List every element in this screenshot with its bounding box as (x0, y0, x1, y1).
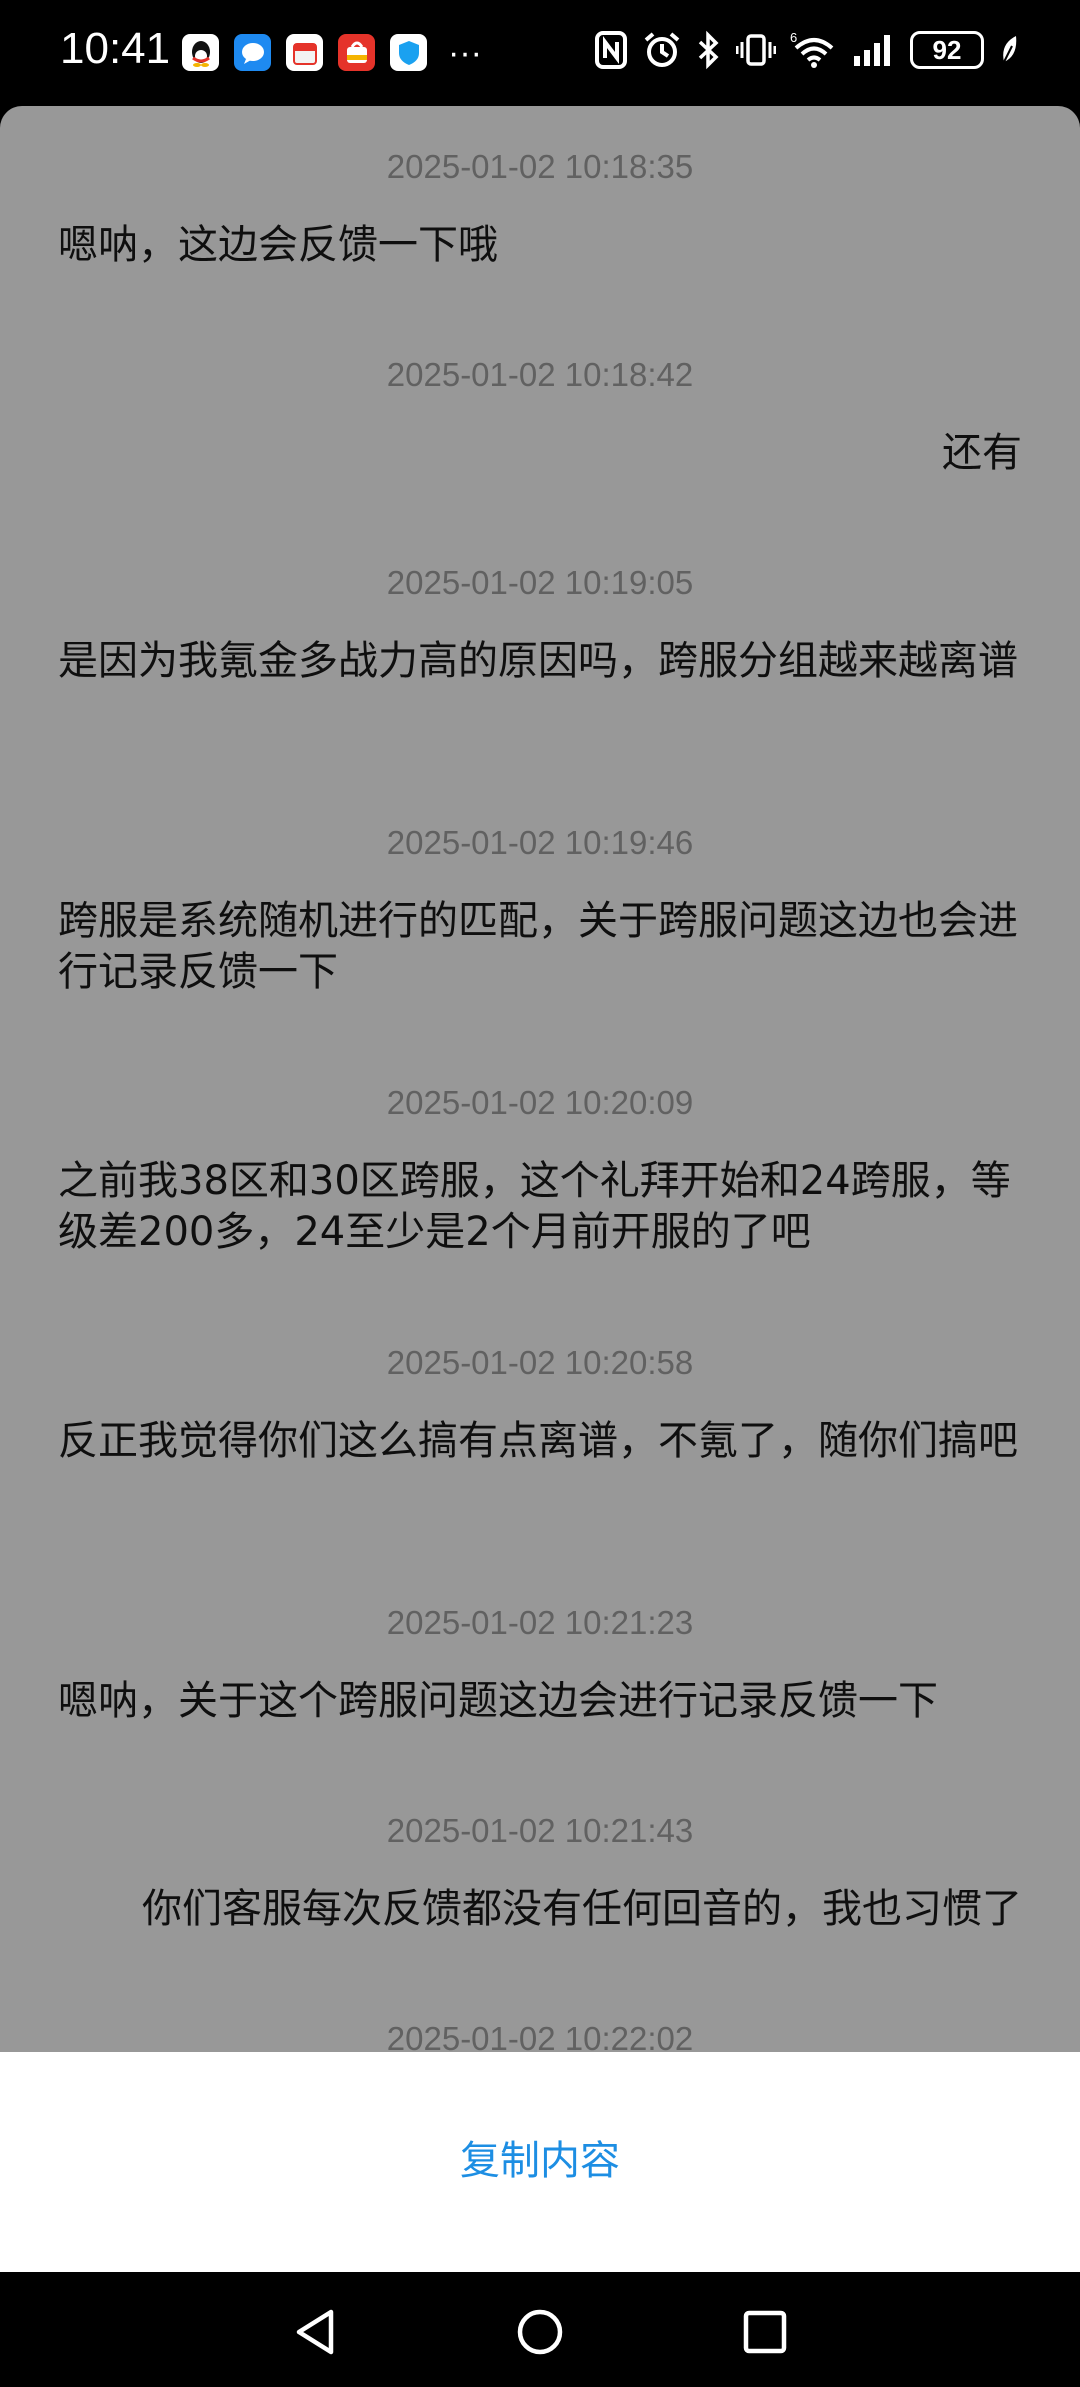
message-timestamp: 2025-01-02 10:18:35 (386, 148, 694, 185)
bluetooth-icon (698, 30, 719, 70)
message-timestamp: 2025-01-02 10:19:46 (386, 824, 694, 861)
back-button[interactable] (285, 2302, 345, 2362)
calendar-icon (286, 34, 323, 71)
svg-text:6: 6 (790, 30, 797, 45)
qq-icon (182, 34, 219, 71)
more-notifications-icon: ··· (448, 33, 482, 72)
message-text: 是因为我氪金多战力高的原因吗，跨服分组越来越离谱 (58, 638, 1018, 684)
alarm-icon (644, 32, 680, 67)
message-text: 跨服是系统随机进行的匹配，关于跨服问题这边也会进行记录反馈一下 (58, 898, 1018, 995)
message-timestamp: 2025-01-02 10:18:42 (386, 356, 694, 393)
wifi-icon: 6 (790, 30, 834, 68)
message-timestamp: 2025-01-02 10:22:02 (386, 2020, 694, 2052)
message-text: 还有 (942, 430, 1022, 476)
message-timestamp: 2025-01-02 10:20:58 (386, 1344, 694, 1381)
message-timestamp: 2025-01-02 10:21:43 (386, 1812, 694, 1849)
status-time: 10:41 (60, 24, 171, 73)
navigation-bar (0, 2272, 1080, 2387)
shield-icon (390, 34, 427, 71)
home-circle-icon (517, 2309, 563, 2355)
back-triangle-icon (296, 2309, 334, 2355)
notification-icons: ··· (182, 34, 482, 71)
message-text: 嗯呐，关于这个跨服问题这边会进行记录反馈一下 (58, 1678, 938, 1724)
system-icons: 6 92 (594, 30, 1020, 70)
action-sheet: 复制内容 (0, 2052, 1080, 2272)
message-timestamp: 2025-01-02 10:21:23 (386, 1604, 694, 1641)
copy-content-button[interactable]: 复制内容 (0, 2128, 1080, 2186)
recents-button[interactable] (735, 2302, 795, 2362)
message-text: 你们客服每次反馈都没有任何回音的，我也习惯了 (142, 1886, 1022, 1932)
battery-icon: 92 (910, 31, 984, 69)
message-timestamp: 2025-01-02 10:19:05 (386, 564, 694, 601)
message-text: 反正我觉得你们这么搞有点离谱，不氪了，随你们搞吧 (58, 1418, 1018, 1464)
message-text: 嗯呐，这边会反馈一下哦 (58, 222, 498, 268)
signal-icon (854, 35, 890, 66)
leaf-icon (1003, 36, 1017, 63)
recents-square-icon (743, 2310, 787, 2354)
home-button[interactable] (510, 2302, 570, 2362)
nfc-icon (595, 31, 627, 69)
message-icon (234, 34, 271, 71)
message-text: 之前我38区和30区跨服，这个礼拜开始和24跨服，等级差200多，24至少是2个… (58, 1158, 1011, 1255)
chat-log-overlay: 2025-01-02 10:18:35 嗯呐，这边会反馈一下哦 2025-01-… (0, 106, 1080, 2052)
vibrate-icon (736, 34, 776, 66)
message-timestamp: 2025-01-02 10:20:09 (386, 1084, 694, 1121)
status-bar: 10:41 ··· 6 92 (0, 0, 1080, 106)
shopping-icon (338, 34, 375, 71)
